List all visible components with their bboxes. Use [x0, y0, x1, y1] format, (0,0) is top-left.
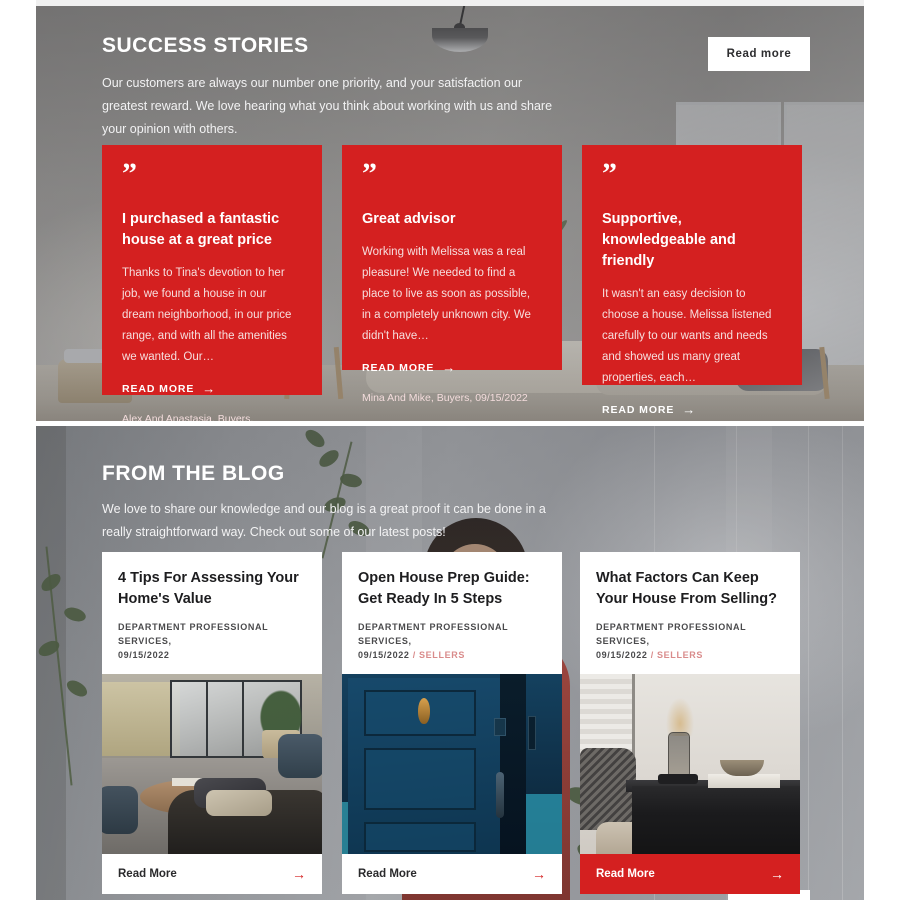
- door-mullion: [242, 680, 244, 758]
- blog-post-title: 4 Tips For Assessing Your Home's Value: [118, 570, 299, 607]
- armchair: [102, 786, 138, 834]
- door-panel: [364, 822, 476, 852]
- door-knocker-icon: [418, 698, 430, 724]
- testimonial-title: Supportive, knowledgeable and friendly: [602, 211, 736, 269]
- blog-post-card[interactable]: What Factors Can Keep Your House From Se…: [580, 552, 800, 894]
- cushion: [206, 790, 272, 816]
- blog-post-meta: DEPARTMENT PROFESSIONAL SERVICES, 09/15/…: [118, 620, 306, 662]
- testimonial-body: Working with Melissa was a real pleasure…: [362, 246, 531, 342]
- blog-post-tag[interactable]: / SELLERS: [651, 650, 703, 660]
- blog-post-title: What Factors Can Keep Your House From Se…: [596, 570, 777, 607]
- from-the-blog-title: FROM THE BLOG: [102, 462, 285, 485]
- arrow-right-icon: →: [770, 866, 784, 882]
- door-lock: [494, 718, 506, 736]
- success-stories-title: SUCCESS STORIES: [102, 34, 309, 57]
- blog-post-date: 09/15/2022: [596, 650, 648, 660]
- testimonial-read-more-link[interactable]: READ MORE →: [362, 361, 542, 374]
- testimonial-read-more-link[interactable]: READ MORE →: [602, 403, 782, 416]
- dried-flowers: [664, 694, 696, 736]
- testimonial-body: It wasn't an easy decision to choose a h…: [602, 288, 772, 384]
- arrow-right-icon: →: [532, 866, 546, 882]
- blog-post-date: 09/15/2022: [118, 650, 170, 660]
- door-panel: [364, 748, 476, 810]
- quote-icon: ”: [122, 157, 137, 190]
- from-the-blog-subtitle: We love to share our knowledge and our b…: [102, 502, 546, 539]
- arrow-right-icon: →: [682, 402, 697, 417]
- door-frame: [500, 674, 526, 854]
- blog-post-list: 4 Tips For Assessing Your Home's Value D…: [102, 552, 802, 894]
- blog-post-department: DEPARTMENT PROFESSIONAL SERVICES,: [596, 622, 747, 646]
- door-handle: [496, 772, 504, 818]
- blog-read-more-label: Read More: [358, 868, 417, 880]
- from-the-blog-section: FROM THE BLOG We love to share our knowl…: [36, 426, 864, 900]
- testimonial-title: I purchased a fantastic house at a great…: [122, 211, 280, 248]
- stone-slab: [708, 774, 780, 788]
- garden-grass: [102, 682, 180, 756]
- blog-read-more-button[interactable]: Read More →: [342, 854, 562, 894]
- blog-post-image: [102, 674, 322, 854]
- blog-post-tag[interactable]: / SELLERS: [413, 650, 465, 660]
- quote-icon: ”: [602, 157, 617, 190]
- letterbox: [528, 716, 536, 750]
- testimonial-title: Great advisor: [362, 211, 456, 227]
- testimonial-read-more-label: READ MORE: [362, 361, 435, 374]
- testimonial-body: Thanks to Tina's devotion to her job, we…: [122, 267, 292, 363]
- arrow-right-icon: →: [202, 381, 217, 396]
- blog-post-title: Open House Prep Guide: Get Ready In 5 St…: [358, 570, 530, 607]
- testimonial-card[interactable]: ” Supportive, knowledgeable and friendly…: [582, 145, 802, 416]
- quote-icon: ”: [362, 157, 377, 190]
- stories-read-more-button[interactable]: Read more: [708, 37, 810, 71]
- blog-post-header: Open House Prep Guide: Get Ready In 5 St…: [342, 552, 562, 674]
- blog-post-image: [342, 674, 562, 854]
- small-tray: [658, 774, 698, 784]
- testimonial-meta: Mina And Mike, Buyers, 09/15/2022: [362, 392, 528, 404]
- testimonial-read-more-link[interactable]: READ MORE →: [122, 382, 302, 395]
- door-mullion: [206, 680, 208, 758]
- blog-read-more-label: Read More: [118, 868, 177, 880]
- blog-post-date: 09/15/2022: [358, 650, 410, 660]
- blog-post-header: 4 Tips For Assessing Your Home's Value D…: [102, 552, 322, 674]
- success-stories-section: SUCCESS STORIES Our customers are always…: [36, 6, 864, 421]
- blog-post-department: DEPARTMENT PROFESSIONAL SERVICES,: [118, 622, 269, 646]
- blog-read-more-button[interactable]: Read More →: [580, 854, 800, 894]
- testimonial-card[interactable]: ” Great advisor Working with Melissa was…: [342, 145, 562, 404]
- page-root: SUCCESS STORIES Our customers are always…: [0, 0, 900, 900]
- side-table: [632, 786, 800, 854]
- blog-post-header: What Factors Can Keep Your House From Se…: [580, 552, 800, 674]
- blog-post-image: [580, 674, 800, 854]
- arrow-right-icon: →: [442, 360, 457, 375]
- testimonial-meta: Alex And Anastasia, Buyers, 09/15/2022: [122, 413, 254, 421]
- blog-post-department: DEPARTMENT PROFESSIONAL SERVICES,: [358, 622, 509, 646]
- success-stories-subtitle: Our customers are always our number one …: [102, 76, 553, 136]
- blog-post-meta: DEPARTMENT PROFESSIONAL SERVICES, 09/15/…: [358, 620, 546, 662]
- arrow-right-icon: →: [292, 866, 306, 882]
- testimonial-read-more-label: READ MORE: [602, 403, 675, 416]
- blog-post-card[interactable]: 4 Tips For Assessing Your Home's Value D…: [102, 552, 322, 894]
- blog-post-meta: DEPARTMENT PROFESSIONAL SERVICES, 09/15/…: [596, 620, 784, 662]
- blog-post-card[interactable]: Open House Prep Guide: Get Ready In 5 St…: [342, 552, 562, 894]
- blog-read-more-button[interactable]: Read More →: [102, 854, 322, 894]
- stories-content: SUCCESS STORIES Our customers are always…: [36, 6, 864, 421]
- blog-read-more-label: Read More: [596, 868, 655, 880]
- testimonial-read-more-label: READ MORE: [122, 382, 195, 395]
- testimonial-card[interactable]: ” I purchased a fantastic house at a gre…: [102, 145, 322, 421]
- armchair: [278, 734, 322, 778]
- teal-wall: [526, 794, 562, 854]
